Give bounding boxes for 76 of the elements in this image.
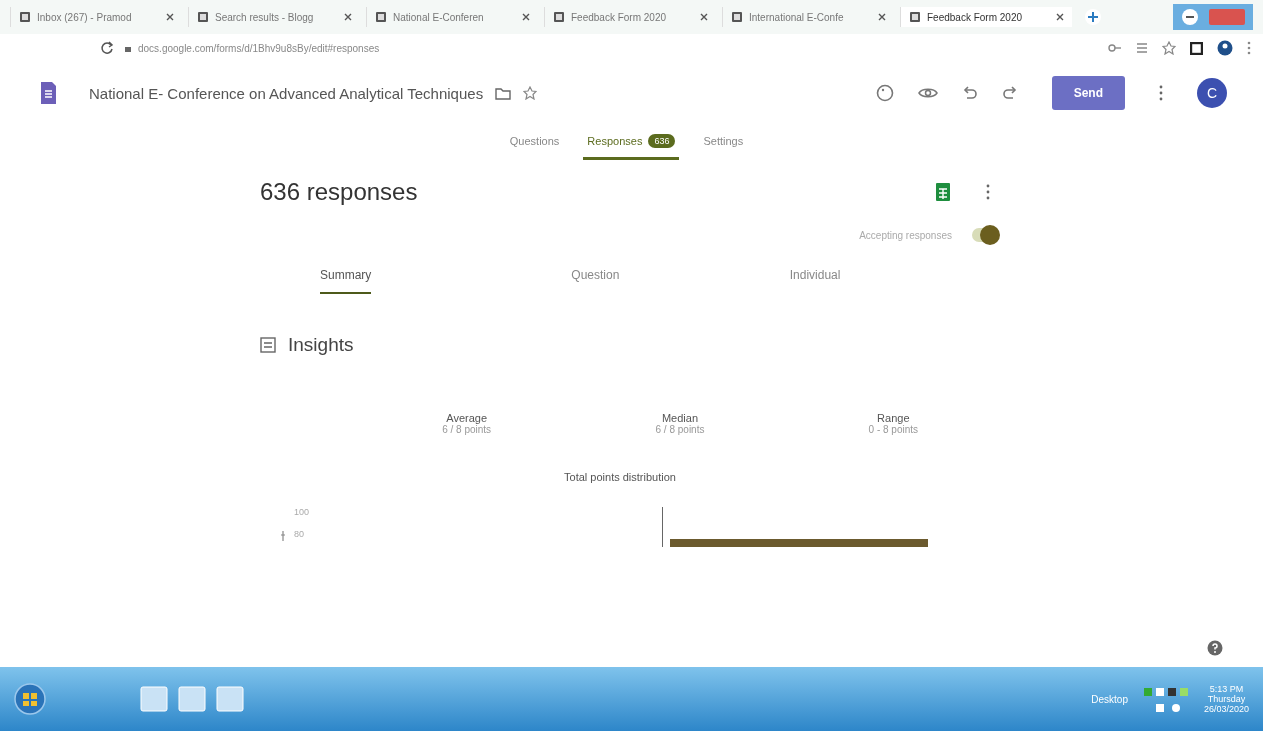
tab-label: Settings <box>703 134 744 147</box>
view-tab[interactable]: Individual <box>789 268 1000 294</box>
close-icon[interactable] <box>166 13 174 21</box>
page-icon <box>553 11 565 23</box>
star-icon[interactable] <box>1162 41 1176 55</box>
browser-tab[interactable]: International E-Confe <box>722 7 894 27</box>
chart-title: Total points distribution <box>563 471 677 483</box>
section-title: Insights <box>288 334 354 356</box>
clock-day: Thursday <box>1207 694 1246 704</box>
start-orb-icon[interactable] <box>14 683 46 715</box>
browser-tab[interactable]: Feedback Form 2020 <box>900 7 1072 27</box>
stat-value: 0 - 8 points <box>868 424 919 435</box>
view-tab[interactable]: Summary <box>320 268 372 294</box>
axis-tick-label: 80 <box>294 529 305 539</box>
tab[interactable]: Responses 636 <box>583 124 680 160</box>
new-tab-icon[interactable] <box>1084 8 1102 26</box>
address-bar[interactable]: docs.google.com/forms/d/1Bhv9u8sBy/edit#responses <box>124 42 1098 54</box>
chart-marker-line <box>662 507 664 547</box>
count-badge: 636 <box>648 133 676 148</box>
close-icon[interactable] <box>1056 13 1064 21</box>
close-icon[interactable] <box>522 13 530 21</box>
browser-tab[interactable]: Inbox (267) - Pramod <box>10 7 182 27</box>
tab-title: Inbox (267) - Pramod <box>37 11 133 23</box>
browser-tab[interactable]: National E-Conferen <box>366 7 538 27</box>
tab-label: Responses <box>587 134 643 147</box>
undo-icon[interactable] <box>961 85 978 101</box>
page-icon <box>19 11 31 23</box>
more-icon[interactable] <box>986 184 990 200</box>
form-title: National E- Conference on Advanced Analytical Techniques <box>89 84 484 102</box>
spreadsheet-icon[interactable] <box>936 183 950 201</box>
avatar[interactable]: C <box>1197 78 1227 108</box>
page-icon <box>197 11 209 23</box>
stat-label: Average <box>446 412 488 424</box>
tab-title: Feedback Form 2020 <box>927 11 1024 23</box>
profile-icon[interactable] <box>1217 40 1233 56</box>
clock-time: 5:13 PM <box>1209 684 1244 694</box>
page-icon <box>909 11 921 23</box>
response-count: 636 responses <box>260 178 418 206</box>
stat-value: 6 / 8 points <box>655 424 705 435</box>
close-icon[interactable] <box>878 13 886 21</box>
tab-title: National E-Conferen <box>393 11 485 23</box>
page-icon <box>375 11 387 23</box>
tab-title: Feedback Form 2020 <box>571 11 668 23</box>
browser-tab[interactable]: Search results - Blogg <box>188 7 360 27</box>
tab-title: Search results - Blogg <box>215 11 315 23</box>
view-tab[interactable]: Question <box>571 268 790 294</box>
stat-label: Median <box>661 412 699 424</box>
tab[interactable]: Questions <box>505 124 564 160</box>
folder-icon[interactable] <box>495 86 512 100</box>
redo-icon[interactable] <box>1001 85 1018 101</box>
tab-title: International E-Confe <box>749 11 845 23</box>
page-icon <box>731 11 743 23</box>
stat-value: 6 / 8 points <box>442 424 492 435</box>
reload-icon[interactable] <box>100 41 114 55</box>
stat-label: Range <box>877 412 910 424</box>
tab[interactable]: Settings <box>699 124 748 160</box>
more-icon[interactable] <box>1247 41 1251 55</box>
axis-tick-label: 100 <box>294 507 310 517</box>
key-icon[interactable] <box>1108 42 1122 54</box>
close-icon[interactable] <box>700 13 708 21</box>
axis-label-icon <box>280 529 286 543</box>
help-icon[interactable] <box>1207 640 1223 656</box>
tab-label: Questions <box>509 134 560 147</box>
close-icon[interactable] <box>344 13 352 21</box>
star-icon[interactable] <box>523 86 538 100</box>
insights-icon <box>260 337 276 353</box>
minimize-icon[interactable] <box>1181 8 1199 26</box>
toggle-label: Accepting responses <box>859 229 952 241</box>
url-text: docs.google.com/forms/d/1Bhv9u8sBy/edit#responses <box>138 42 380 54</box>
browser-tab[interactable]: Feedback Form 2020 <box>544 7 716 27</box>
more-icon[interactable] <box>1159 85 1163 101</box>
send-button[interactable]: Send <box>1051 76 1125 110</box>
form-icon[interactable] <box>40 82 57 104</box>
clock-date: 26/03/2020 <box>1203 704 1249 714</box>
palette-icon[interactable] <box>875 84 894 102</box>
desktop-label[interactable]: Desktop <box>1091 693 1128 705</box>
